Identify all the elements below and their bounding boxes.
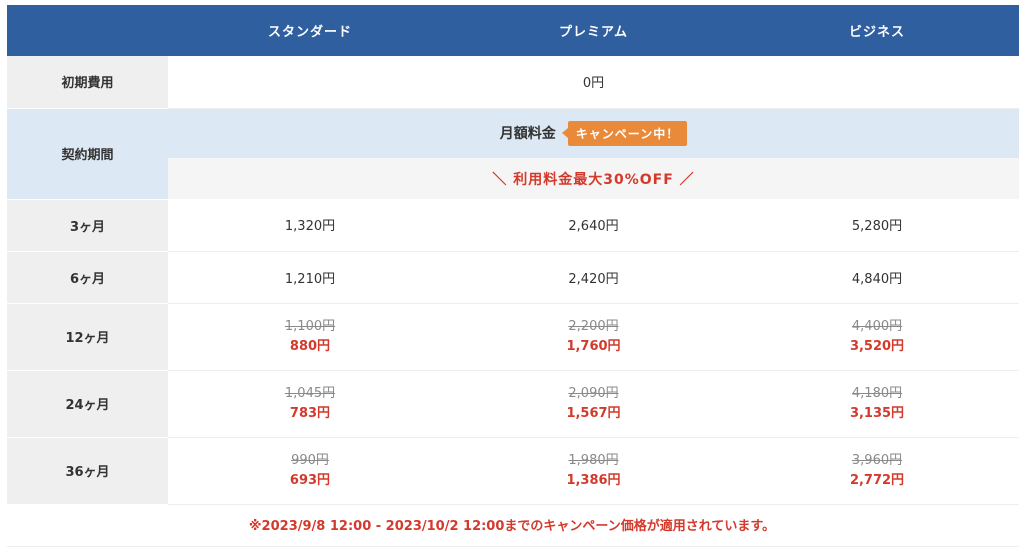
period-label-6m: 6ヶ月: [7, 251, 168, 304]
period-label-24m: 24ヶ月: [7, 370, 168, 438]
monthly-fee-row: 契約期間 月額料金 キャンペーン中！: [7, 108, 1019, 200]
pricing-section: スタンダード プレミアム ビジネス 初期費用 0円 契約期間 月額料金 キャンペ…: [0, 0, 1024, 555]
monthly-fee-group: 月額料金 キャンペーン中！: [499, 120, 688, 146]
price-cell-business-24m: 4,180円 3,135円: [735, 370, 1019, 438]
old-price: 4,180円: [851, 385, 903, 401]
table-row: 36ヶ月 990円 693円 1,980円 1,386円 3,960円 2,77…: [7, 437, 1019, 505]
period-label-12m: 12ヶ月: [7, 303, 168, 371]
campaign-price: 2,772円: [849, 472, 905, 488]
old-price: 990円: [291, 452, 329, 468]
old-price: 3,960円: [851, 452, 903, 468]
pricing-table: スタンダード プレミアム ビジネス 初期費用 0円 契約期間 月額料金 キャンペ…: [7, 5, 1019, 505]
monthly-fee-label: 月額料金: [499, 126, 556, 143]
old-price: 1,980円: [568, 452, 619, 468]
price-cell-standard-12m: 1,100円 880円: [168, 303, 452, 371]
table-row: 6ヶ月 1,210円 2,420円 4,840円: [7, 251, 1019, 304]
price-standard-3m: 1,320円: [168, 199, 452, 252]
old-price: 2,200円: [568, 318, 619, 334]
price-cell-premium-36m: 1,980円 1,386円: [452, 437, 735, 505]
campaign-price: 1,567円: [566, 405, 621, 421]
price-business-3m: 5,280円: [735, 199, 1019, 252]
campaign-badge: キャンペーン中！: [567, 120, 688, 146]
price-business-6m: 4,840円: [735, 251, 1019, 304]
header-business: ビジネス: [735, 5, 1019, 56]
old-price: 1,100円: [284, 318, 336, 334]
initial-fee-value: 0円: [168, 56, 1019, 109]
table-header-row: スタンダード プレミアム ビジネス: [7, 5, 1019, 56]
campaign-price: 783円: [289, 405, 331, 421]
price-cell-premium-12m: 2,200円 1,760円: [452, 303, 735, 371]
campaign-price: 3,520円: [849, 338, 905, 354]
price-premium-3m: 2,640円: [452, 199, 735, 252]
campaign-price: 1,386円: [566, 472, 621, 488]
price-cell-business-12m: 4,400円 3,520円: [735, 303, 1019, 371]
price-cell-premium-24m: 2,090円 1,567円: [452, 370, 735, 438]
badge-arrow-icon: [561, 128, 568, 139]
campaign-price: 1,760円: [566, 338, 621, 354]
price-cell-business-36m: 3,960円 2,772円: [735, 437, 1019, 505]
price-cell-standard-24m: 1,045円 783円: [168, 370, 452, 438]
campaign-price: 880円: [289, 338, 331, 354]
divider: [7, 546, 1019, 547]
price-cell-standard-36m: 990円 693円: [168, 437, 452, 505]
monthly-fee-cell: 月額料金 キャンペーン中！: [168, 108, 1019, 158]
campaign-note: ※2023/9/8 12:00 - 2023/10/2 12:00までのキャンペ…: [248, 519, 776, 534]
price-standard-6m: 1,210円: [168, 251, 452, 304]
discount-cell: ＼ 利用料金最大30%OFF ／: [168, 158, 1019, 199]
header-standard: スタンダード: [168, 5, 452, 56]
table-row: 24ヶ月 1,045円 783円 2,090円 1,567円 4,180円 3,…: [7, 370, 1019, 438]
header-corner-cell: [7, 5, 168, 56]
table-row: 12ヶ月 1,100円 880円 2,200円 1,760円 4,400円 3,…: [7, 303, 1019, 371]
campaign-price: 693円: [289, 472, 331, 488]
initial-fee-row: 初期費用 0円: [7, 56, 1019, 109]
initial-fee-label: 初期費用: [7, 56, 168, 109]
price-premium-6m: 2,420円: [452, 251, 735, 304]
table-row: 3ヶ月 1,320円 2,640円 5,280円: [7, 199, 1019, 252]
discount-text: ＼ 利用料金最大30%OFF ／: [492, 171, 695, 188]
period-label-36m: 36ヶ月: [7, 437, 168, 505]
old-price: 1,045円: [284, 385, 336, 401]
period-label-3m: 3ヶ月: [7, 199, 168, 252]
campaign-price: 3,135円: [849, 405, 905, 421]
contract-period-label: 契約期間: [7, 108, 168, 200]
old-price: 4,400円: [851, 318, 903, 334]
header-premium: プレミアム: [452, 5, 735, 56]
old-price: 2,090円: [568, 385, 619, 401]
